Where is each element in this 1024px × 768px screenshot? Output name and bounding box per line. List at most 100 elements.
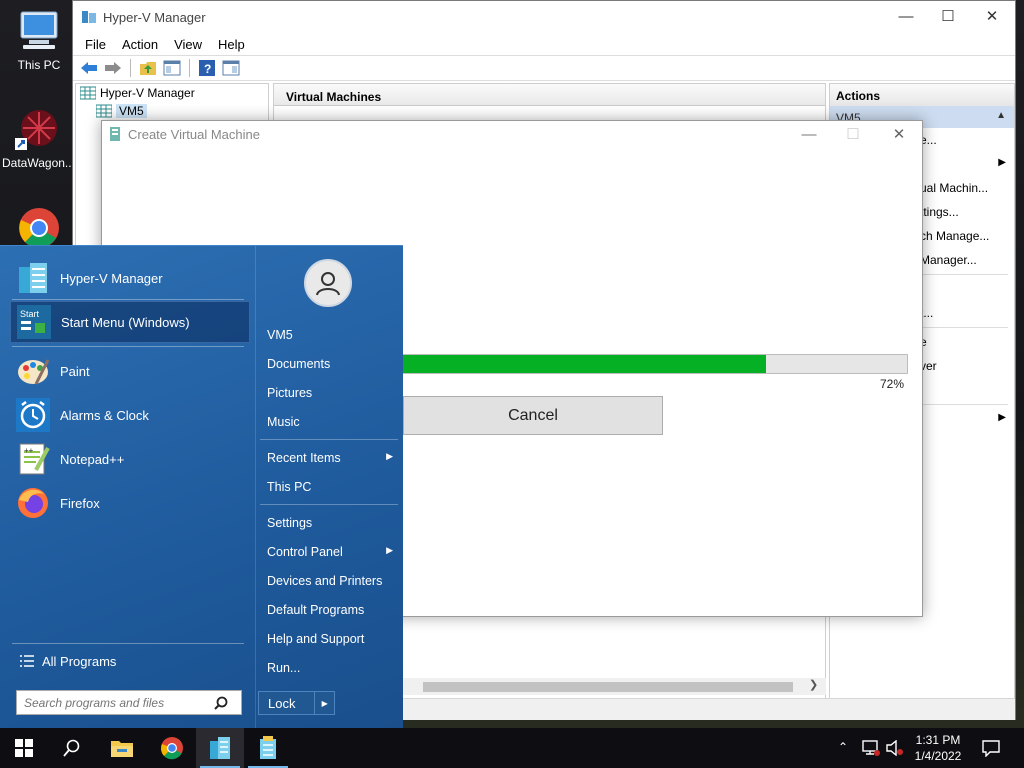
back-arrow-icon[interactable] [79,58,99,78]
all-programs-label: All Programs [42,653,117,669]
avatar[interactable] [304,259,352,307]
list-icon [14,655,42,667]
network-icon[interactable] [862,740,880,759]
start-item-label: Alarms & Clock [60,407,149,423]
cancel-button[interactable]: Cancel [403,396,663,435]
start-item-start-menu-windows[interactable]: Start Start Menu (Windows) [10,301,250,343]
taskbar-clock[interactable]: 1:31 PM 1/4/2022 [905,732,971,764]
start-place-music[interactable]: Music [256,409,401,435]
windows-logo-icon [15,739,33,757]
tree-label: VM5 [116,104,147,118]
folder-icon [111,741,133,757]
clock-date: 1/4/2022 [914,749,962,763]
start-item-label: Paint [60,363,90,379]
menu-bar: File Action View Help [73,33,1015,55]
show-hidden-icons-button[interactable]: ⌃ [838,740,848,754]
dialog-maximize-button[interactable]: ☐ [830,121,876,147]
pane-header: Virtual Machines [274,84,825,106]
start-place-settings[interactable]: Settings [256,510,401,536]
start-item-label: Firefox [60,495,100,511]
taskbar: ⌃ 1:31 PM 1/4/2022 [0,728,1024,768]
datawagon-shortcut-icon [13,106,61,152]
svg-text:?: ? [204,62,211,76]
server-icon [96,104,112,118]
submenu-arrow-icon: ▶ [998,157,1006,168]
start-item-label: Hyper-V Manager [60,270,163,286]
start-place-devices-printers[interactable]: Devices and Printers [256,568,401,594]
forward-arrow-icon[interactable] [103,58,123,78]
start-place-default-programs[interactable]: Default Programs [256,597,401,623]
folder-up-icon[interactable] [138,58,158,78]
lock-button[interactable]: Lock ▶ [258,691,335,715]
tree-item-hyperv-manager[interactable]: Hyper-V Manager [76,84,268,102]
chrome-icon [15,204,63,250]
taskbar-file-explorer[interactable] [98,728,146,768]
desktop-icon-label: This PC [17,58,61,72]
start-place-control-panel[interactable]: Control Panel ▶ [256,539,401,565]
desktop-icon-datawagon[interactable]: DataWagon... [2,106,75,170]
dialog-title: Create Virtual Machine [128,126,260,142]
close-button[interactable]: ✕ [969,1,1015,31]
start-menu-places: VM5 Documents Pictures Music Recent Item… [255,246,403,728]
alarm-clock-icon [16,398,50,432]
all-programs-button[interactable]: All Programs [14,648,246,674]
taskbar-create-vm[interactable] [244,728,292,768]
start-place-user[interactable]: VM5 [256,322,401,348]
divider [260,439,398,440]
help-icon[interactable]: ? [197,58,217,78]
progress-bar [402,354,908,374]
menu-help[interactable]: Help [210,37,253,52]
start-item-hyperv-manager[interactable]: Hyper-V Manager [10,257,250,299]
hyperv-icon [80,86,96,100]
console-tree-icon[interactable] [162,58,182,78]
search-icon[interactable] [214,696,228,710]
menu-action[interactable]: Action [114,37,166,52]
action-pane-icon[interactable] [221,58,241,78]
menu-file[interactable]: File [77,37,114,52]
taskbar-hyperv-manager[interactable] [196,728,244,768]
search-input[interactable] [24,695,214,710]
scrollbar-thumb[interactable] [423,682,793,692]
notepadpp-icon: ++ [16,442,50,476]
scroll-right-icon[interactable]: ❯ [809,678,818,691]
desktop-icon-label: DataWagon... [2,156,75,170]
start-item-firefox[interactable]: Firefox [10,482,250,524]
start-item-notepadpp[interactable]: ++ Notepad++ [10,438,250,480]
window-titlebar[interactable]: Hyper-V Manager [73,1,1015,33]
volume-muted-icon[interactable] [886,739,904,759]
start-item-label: Notepad++ [60,451,125,467]
hyperv-icon [210,737,230,759]
start-place-pictures[interactable]: Pictures [256,380,401,406]
clock-time: 1:31 PM [915,733,961,747]
divider [12,346,244,347]
start-place-documents[interactable]: Documents [256,351,401,377]
computer-icon [15,8,63,54]
lock-options-arrow-icon[interactable]: ▶ [314,692,334,714]
tree-item-vm5[interactable]: VM5 [76,102,268,120]
start-place-run[interactable]: Run... [256,655,401,681]
start-item-alarms-clock[interactable]: Alarms & Clock [10,394,250,436]
menu-view[interactable]: View [166,37,210,52]
svg-text:++: ++ [24,446,34,455]
dialog-close-button[interactable]: ✕ [876,121,922,147]
start-menu-programs: Hyper-V Manager Start Start Menu (Window… [0,246,254,728]
start-button[interactable] [0,728,48,768]
desktop-icon-this-pc[interactable]: This PC [4,8,74,72]
user-icon [316,272,340,296]
taskbar-chrome[interactable] [148,728,196,768]
chevron-right-icon: ▶ [386,545,393,555]
start-item-label: Start Menu (Windows) [61,314,190,330]
hyperv-icon [81,9,97,25]
start-item-paint[interactable]: Paint [10,350,250,392]
minimize-button[interactable]: — [883,1,929,31]
maximize-button[interactable]: ☐ [925,1,971,31]
taskbar-search-button[interactable] [48,728,96,768]
start-place-this-pc[interactable]: This PC [256,474,401,500]
start-menu: Hyper-V Manager Start Start Menu (Window… [0,245,403,728]
collapse-icon[interactable]: ▲ [996,110,1006,121]
notifications-icon[interactable] [982,739,1000,760]
dialog-minimize-button[interactable]: — [786,121,832,147]
search-box[interactable] [16,690,242,715]
start-place-recent-items[interactable]: Recent Items ▶ [256,445,401,471]
start-place-help-support[interactable]: Help and Support [256,626,401,652]
